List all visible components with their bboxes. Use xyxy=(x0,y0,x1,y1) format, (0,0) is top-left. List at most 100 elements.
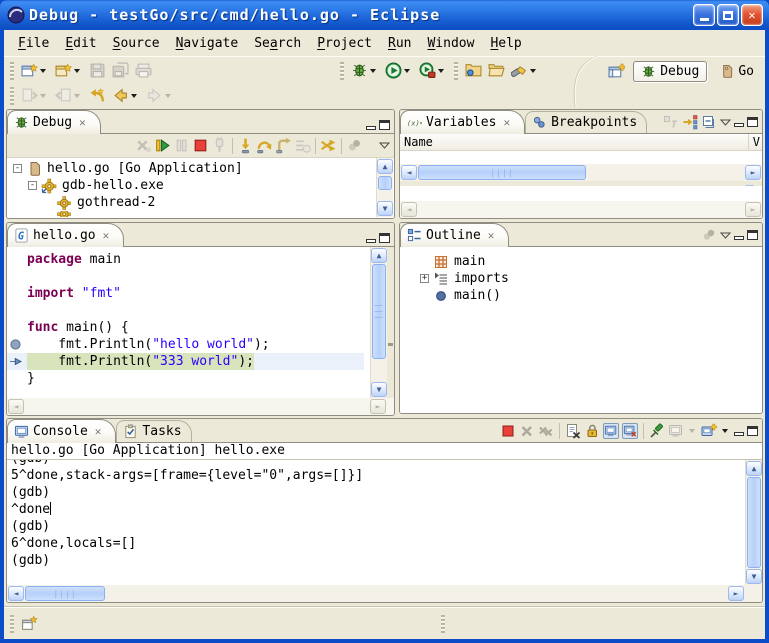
maximize-view-button[interactable] xyxy=(747,117,758,127)
code-line-5[interactable]: func main() { xyxy=(7,319,364,336)
fast-view-button[interactable] xyxy=(18,613,41,635)
tree-collapse-toggle[interactable]: - xyxy=(13,164,22,173)
menu-navigate[interactable]: Navigate xyxy=(168,34,247,53)
tab-console[interactable]: Console ✕ xyxy=(7,419,116,443)
debug-tree-item-clipped[interactable] xyxy=(11,211,394,217)
terminate-icon[interactable] xyxy=(500,423,516,439)
toolbar-grip[interactable] xyxy=(454,62,458,80)
column-name[interactable]: Name xyxy=(404,135,433,149)
maximize-view-button[interactable] xyxy=(379,233,390,243)
menu-run[interactable]: Run xyxy=(380,34,419,53)
menu-source[interactable]: Source xyxy=(105,34,168,53)
editor-gutter[interactable] xyxy=(7,251,27,268)
editor-gutter[interactable] xyxy=(7,336,27,353)
remove-launch-icon[interactable] xyxy=(519,423,535,439)
view-menu-icon[interactable] xyxy=(720,232,731,239)
clear-console-icon[interactable] xyxy=(565,423,581,439)
print-button[interactable] xyxy=(132,60,155,82)
editor-h-scrollbar[interactable]: ◄ ► xyxy=(7,398,394,415)
step-into-icon[interactable] xyxy=(237,137,254,154)
new-wizard-button[interactable] xyxy=(18,60,52,82)
open-type-button[interactable] xyxy=(462,60,485,82)
close-tab-icon[interactable]: ✕ xyxy=(503,116,510,129)
editor-gutter[interactable] xyxy=(7,285,27,302)
remove-all-terminated-icon[interactable] xyxy=(135,137,152,154)
forward-button[interactable] xyxy=(143,85,177,107)
suspend-icon[interactable] xyxy=(173,137,190,154)
remove-all-terminated-icon[interactable] xyxy=(538,423,554,439)
toolbar-grip[interactable] xyxy=(340,62,344,80)
instruction-stepping-icon[interactable] xyxy=(294,137,311,154)
outline-item-imports[interactable]: +imports xyxy=(418,270,762,287)
editor-gutter[interactable] xyxy=(7,268,27,285)
editor-gutter[interactable] xyxy=(7,370,27,387)
resume-icon[interactable] xyxy=(154,137,171,154)
console-output[interactable]: (gdb)5^done,stack-args=[frame={level="0"… xyxy=(7,460,762,585)
variables-column-header[interactable]: Name V xyxy=(400,134,762,151)
editor-gutter[interactable] xyxy=(7,302,27,319)
show-type-names-icon[interactable]: T xyxy=(663,114,679,130)
external-tools-button[interactable] xyxy=(416,60,450,82)
disconnect-icon[interactable] xyxy=(211,137,228,154)
use-step-filters-icon[interactable] xyxy=(320,137,337,154)
code-line-6[interactable]: fmt.Println("hello world"); xyxy=(7,336,364,353)
minimize-view-button[interactable] xyxy=(366,126,376,130)
editor-v-scrollbar[interactable]: ▲ ||| ▼ xyxy=(370,247,387,398)
menu-edit[interactable]: Edit xyxy=(57,34,104,53)
menu-window[interactable]: Window xyxy=(419,34,482,53)
code-line-1[interactable]: package main xyxy=(7,251,364,268)
close-tab-icon[interactable]: ✕ xyxy=(95,425,102,438)
tree-collapse-toggle[interactable]: - xyxy=(28,181,37,190)
editor-gutter[interactable] xyxy=(7,319,27,336)
show-stderr-toggle-icon[interactable] xyxy=(622,423,638,439)
debug-tree-item-hellogo[interactable]: -hello.go [Go Application] xyxy=(11,160,394,177)
perspective-go-button[interactable]: Go xyxy=(712,62,761,81)
window-maximize-button[interactable] xyxy=(717,4,739,26)
scroll-lock-icon[interactable] xyxy=(584,423,600,439)
breakpoint-icon[interactable] xyxy=(9,338,22,351)
save-all-button[interactable] xyxy=(109,60,132,82)
save-button[interactable] xyxy=(86,60,109,82)
variables-empty-row[interactable] xyxy=(400,151,762,164)
tab-outline[interactable]: Outline ✕ xyxy=(400,223,509,247)
debug-launch-button[interactable] xyxy=(348,60,382,82)
code-line-4[interactable] xyxy=(7,302,364,319)
tab-tasks[interactable]: Tasks xyxy=(116,420,191,442)
menu-help[interactable]: Help xyxy=(482,34,529,53)
menu-file[interactable]: File xyxy=(10,34,57,53)
back-button[interactable] xyxy=(109,85,143,107)
collapse-all-icon[interactable] xyxy=(701,114,717,130)
outline-misc-icon[interactable] xyxy=(701,227,717,243)
tab-variables[interactable]: (x)= Variables ✕ xyxy=(400,110,525,134)
statusbar-grip[interactable] xyxy=(441,615,445,633)
run-launch-button[interactable] xyxy=(382,60,416,82)
outline-item-main[interactable]: main() xyxy=(418,287,762,304)
tab-debug[interactable]: Debug ✕ xyxy=(7,110,101,134)
overview-ruler[interactable] xyxy=(387,247,394,398)
open-console-icon[interactable] xyxy=(701,423,717,439)
open-resource-button[interactable] xyxy=(485,60,508,82)
next-annotation-button[interactable] xyxy=(18,85,52,107)
search-button[interactable] xyxy=(508,60,542,82)
view-menu-icon[interactable] xyxy=(379,142,390,149)
last-edit-location-button[interactable] xyxy=(86,85,109,107)
titlebar[interactable]: Debug - testGo/src/cmd/hello.go - Eclips… xyxy=(0,0,769,30)
console-v-scrollbar[interactable]: ▲ ▼ xyxy=(745,460,762,585)
maximize-view-button[interactable] xyxy=(379,120,390,130)
view-menu-icon[interactable] xyxy=(720,119,731,126)
maximize-view-button[interactable] xyxy=(747,230,758,240)
minimize-view-button[interactable] xyxy=(734,236,744,240)
debug-tree-item-gdb-helloexe[interactable]: -gdb-hello.exe xyxy=(11,177,394,194)
code-line-7[interactable]: fmt.Println("333 world"); xyxy=(7,353,364,370)
new-go-element-button[interactable] xyxy=(52,60,86,82)
close-tab-icon[interactable]: ✕ xyxy=(79,116,86,129)
minimize-view-button[interactable] xyxy=(734,123,744,127)
column-value[interactable]: V xyxy=(753,135,760,149)
variables-detail-pane[interactable]: ◄ ► xyxy=(400,186,762,218)
code-editor[interactable]: package main import "fmt" func main() { … xyxy=(7,247,394,398)
maximize-view-button[interactable] xyxy=(747,426,758,436)
tree-expand-toggle[interactable]: + xyxy=(420,274,429,283)
minimize-view-button[interactable] xyxy=(366,239,376,243)
debug-misc-icon[interactable] xyxy=(346,137,363,154)
window-close-button[interactable]: ✕ xyxy=(741,4,763,26)
